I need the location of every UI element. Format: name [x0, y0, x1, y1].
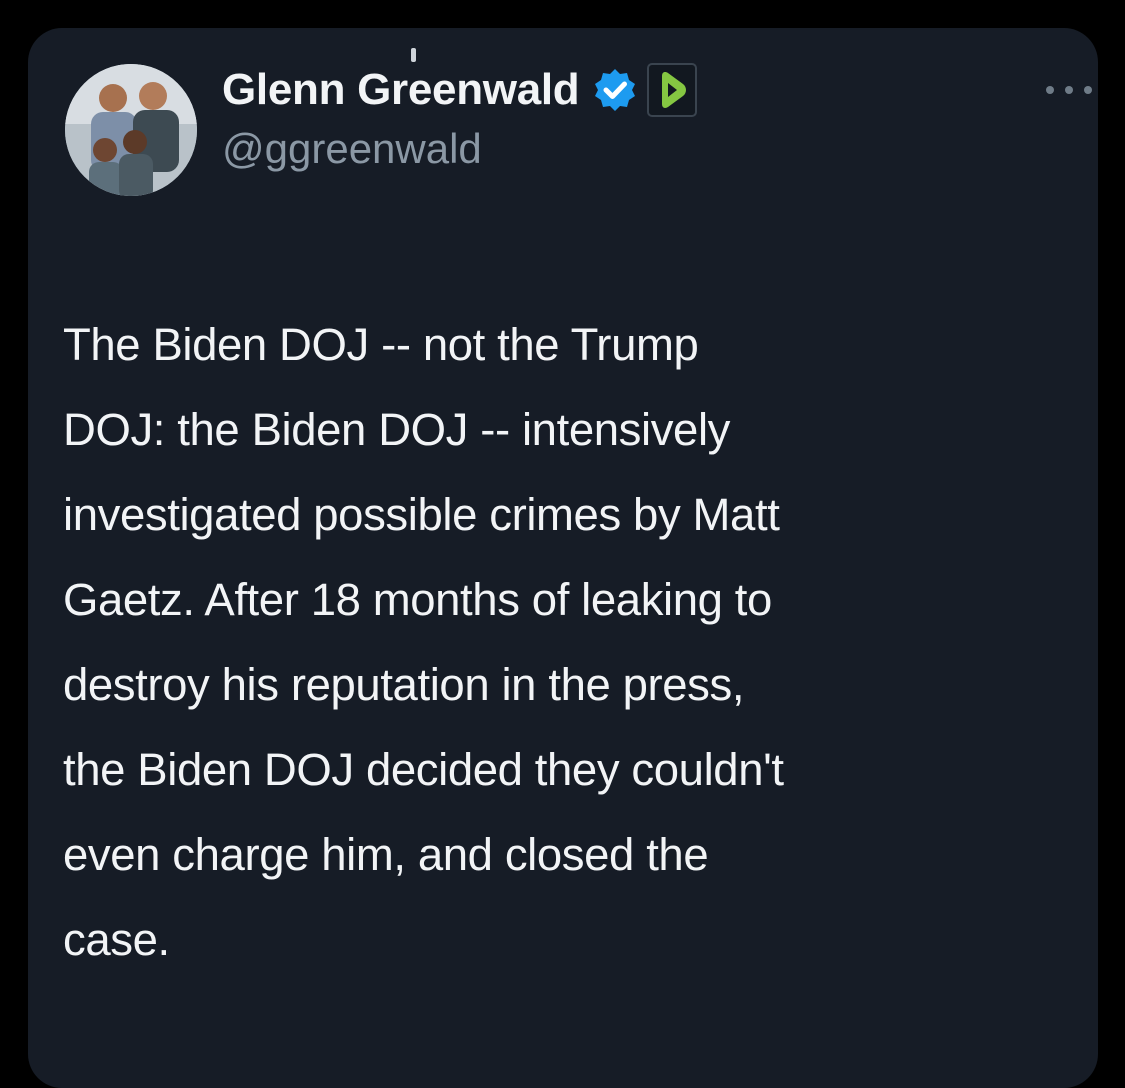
tweet-body-text: The Biden DOJ -- not the Trump DOJ: the …: [63, 319, 784, 965]
scroll-indicator: [411, 48, 416, 62]
display-name[interactable]: Glenn Greenwald: [222, 64, 580, 116]
name-row: Glenn Greenwald: [222, 63, 698, 117]
tweet-header: Glenn Greenwald @ggreenwald: [222, 63, 698, 174]
avatar[interactable]: [65, 64, 197, 196]
tweet-card: Glenn Greenwald @ggreenwald The Biden DO…: [28, 28, 1098, 1088]
profile-photo-icon: [65, 64, 197, 196]
rumble-logo-icon[interactable]: [647, 63, 698, 117]
verified-badge-icon[interactable]: [591, 66, 639, 114]
handle[interactable]: @ggreenwald: [222, 124, 697, 174]
dot: [1084, 86, 1092, 94]
dot: [1046, 86, 1054, 94]
dot: [1065, 86, 1073, 94]
more-options-ellipsis-icon[interactable]: [1046, 80, 1092, 100]
